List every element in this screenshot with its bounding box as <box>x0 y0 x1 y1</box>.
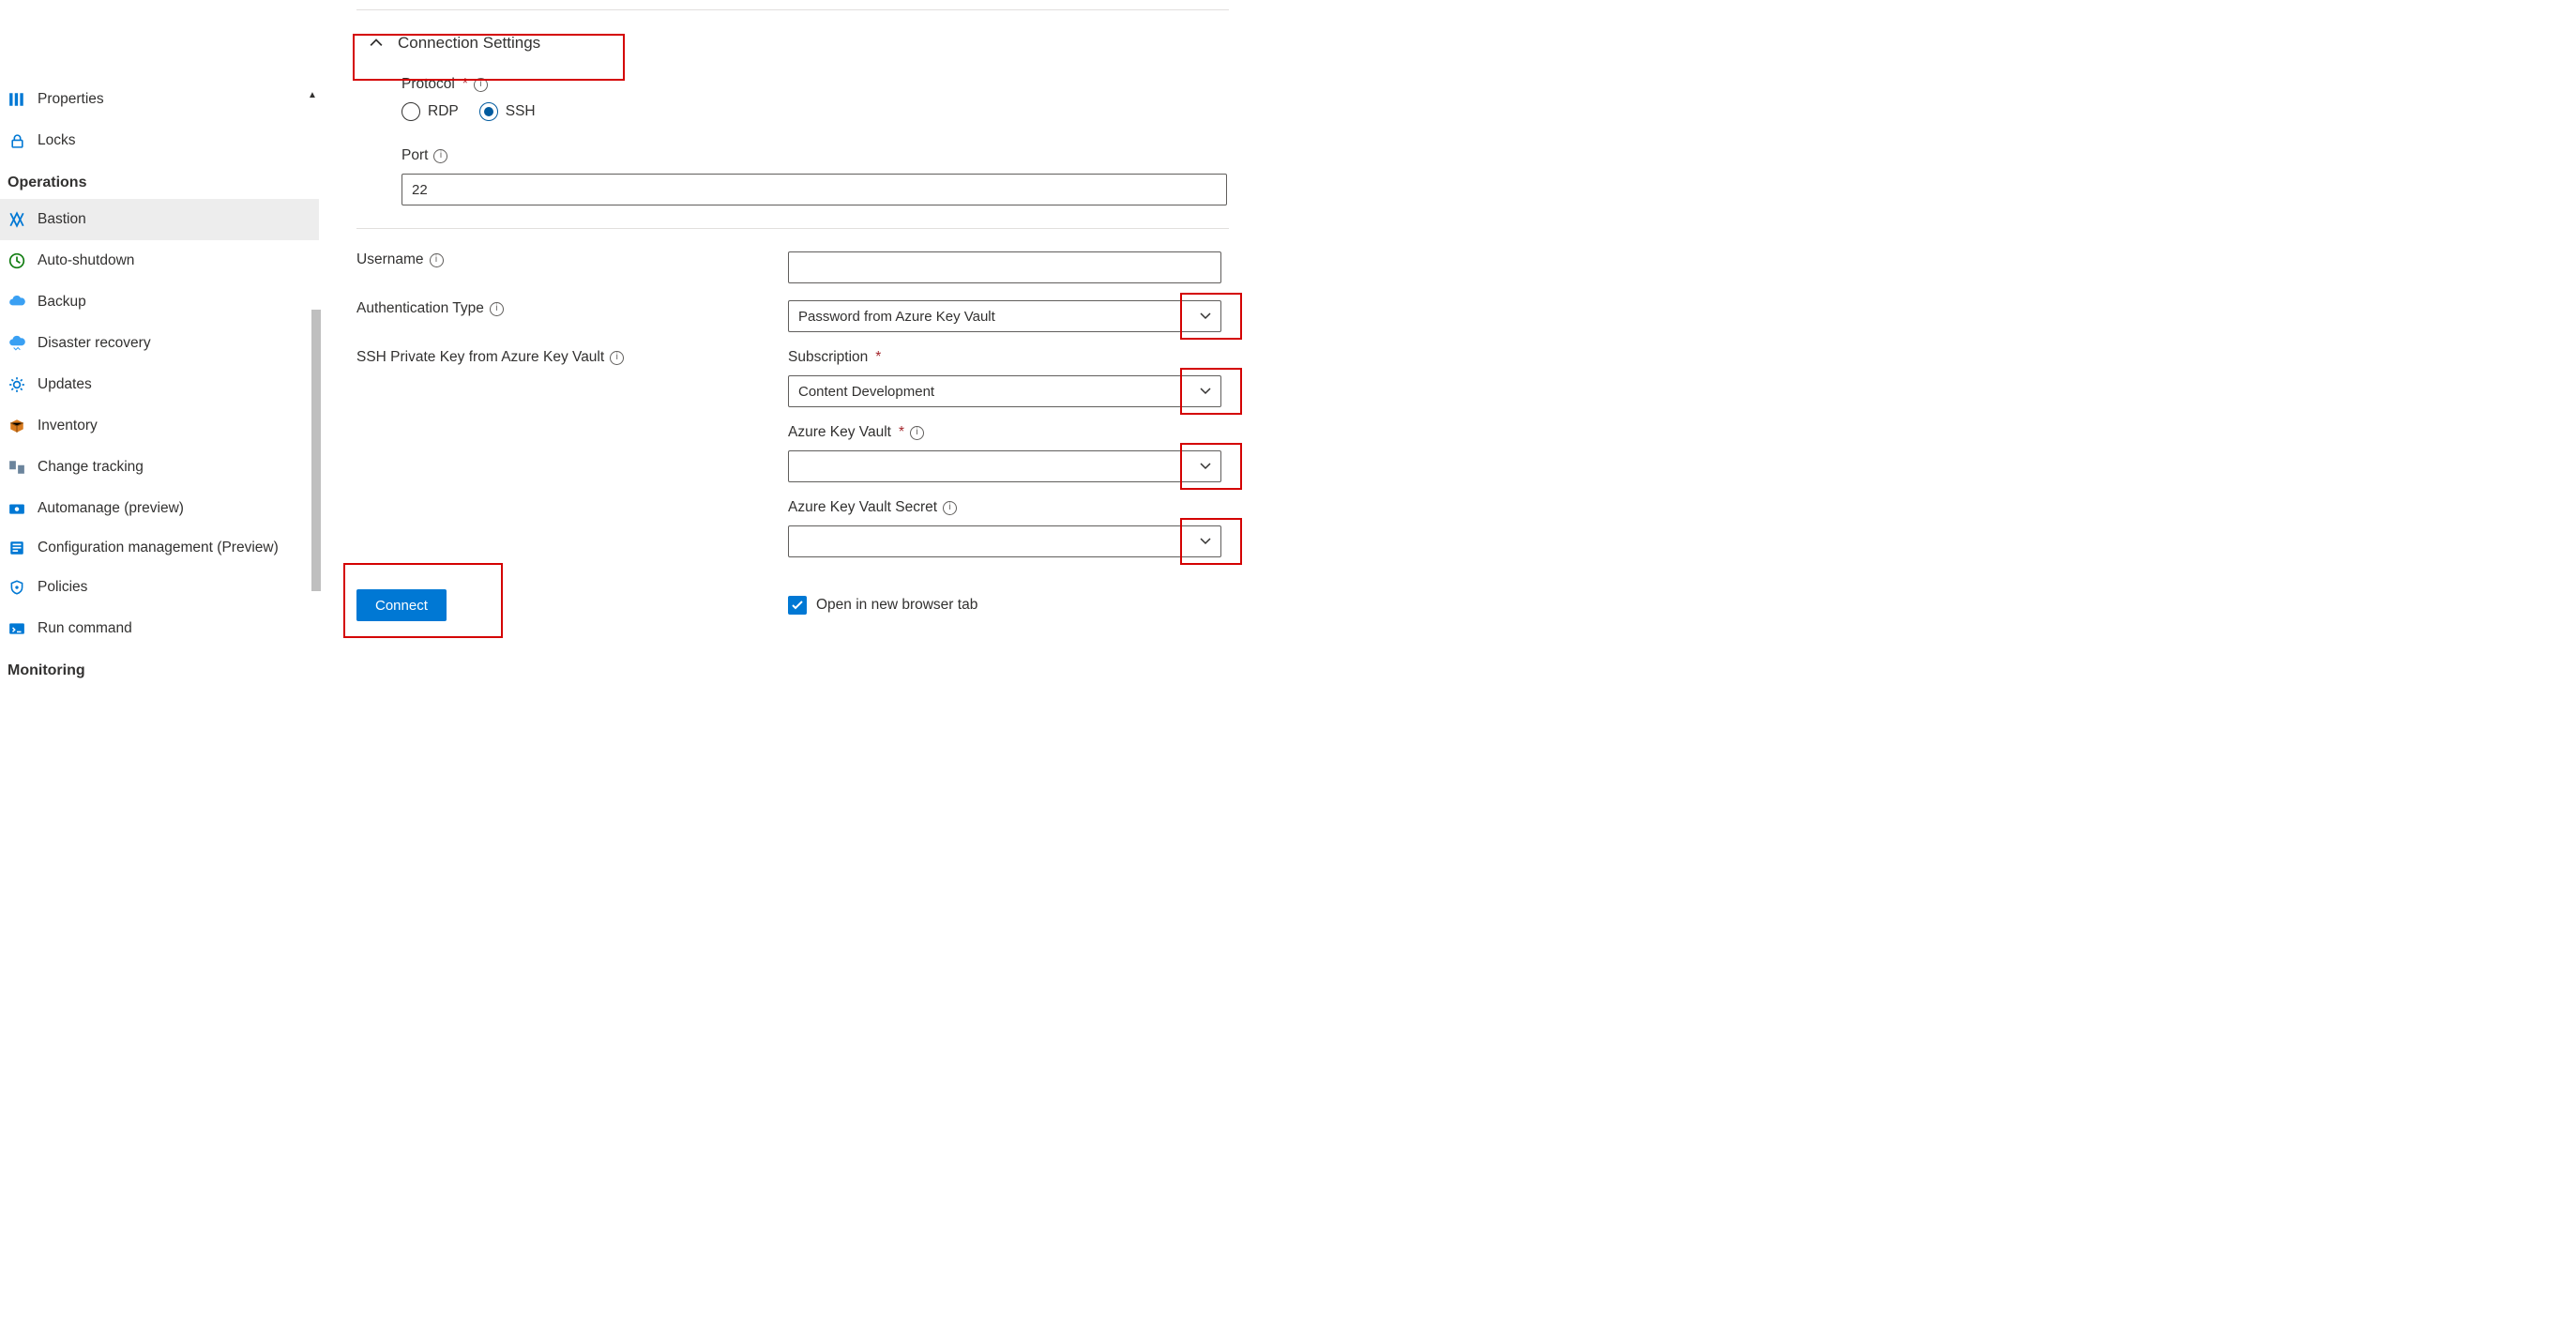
kv-subscription-row: SSH Private Key from Azure Key Vault i S… <box>356 349 1407 557</box>
info-icon[interactable]: i <box>610 351 624 365</box>
main-panel: Connection Settings Protocol * i RDP SSH <box>319 0 1407 687</box>
akv-secret-label: Azure Key Vault Secret <box>788 499 937 516</box>
required-asterisk: * <box>462 76 468 93</box>
sidebar-item-label: Automanage (preview) <box>38 500 184 517</box>
sidebar-item-policies[interactable]: Policies <box>0 567 319 608</box>
sidebar-item-label: Locks <box>38 132 76 149</box>
sidebar-item-label: Bastion <box>38 211 86 228</box>
chevron-down-icon <box>1200 311 1211 322</box>
sidebar-item-run-command[interactable]: Run command <box>0 608 319 649</box>
sidebar-section-operations: Operations <box>0 161 319 199</box>
sidebar-item-label: Backup <box>38 294 86 311</box>
sidebar-item-label: Run command <box>38 620 132 637</box>
bastion-icon <box>8 210 26 229</box>
sidebar-item-bastion[interactable]: Bastion <box>0 199 319 240</box>
info-icon[interactable]: i <box>490 302 504 316</box>
protocol-label: Protocol <box>402 76 455 93</box>
connect-button[interactable]: Connect <box>356 589 447 621</box>
username-label: Username <box>356 251 424 268</box>
checkbox-label: Open in new browser tab <box>816 597 977 614</box>
section-divider <box>356 228 1229 229</box>
chevron-down-icon <box>1200 386 1211 397</box>
sidebar-item-label: Disaster recovery <box>38 335 151 352</box>
subscription-label: Subscription <box>788 349 868 366</box>
bottom-row: Connect Open in new browser tab <box>356 589 1407 621</box>
sidebar-item-auto-shutdown[interactable]: Auto-shutdown <box>0 240 319 281</box>
protocol-radio-group: RDP SSH <box>402 102 1407 121</box>
expander-title: Connection Settings <box>398 34 540 53</box>
sidebar-item-backup[interactable]: Backup <box>0 281 319 323</box>
required-asterisk: * <box>875 349 881 366</box>
clock-icon <box>8 251 26 270</box>
akv-label: Azure Key Vault <box>788 424 891 441</box>
port-label: Port <box>402 147 428 164</box>
port-value: 22 <box>412 182 428 198</box>
automanage-icon <box>8 499 26 518</box>
config-icon <box>8 539 26 557</box>
open-new-tab-checkbox[interactable]: Open in new browser tab <box>788 596 977 615</box>
cloud-sync-icon <box>8 334 26 353</box>
sidebar-item-label: Change tracking <box>38 459 144 476</box>
gear-icon <box>8 375 26 394</box>
auth-type-row: Authentication Type i Password from Azur… <box>356 300 1407 332</box>
cloud-backup-icon <box>8 293 26 312</box>
top-divider <box>356 9 1229 10</box>
change-icon <box>8 458 26 477</box>
lock-icon <box>8 131 26 150</box>
connection-settings-expander[interactable]: Connection Settings <box>323 18 1407 68</box>
username-input[interactable] <box>788 251 1221 283</box>
subscription-select[interactable]: Content Development <box>788 375 1221 407</box>
radio-unchecked-icon <box>402 102 420 121</box>
kv-group-label: SSH Private Key from Azure Key Vault <box>356 349 604 366</box>
sidebar-item-label: Policies <box>38 579 87 596</box>
scroll-up-arrow-icon[interactable]: ▲ <box>306 88 319 101</box>
sidebar-item-label: Auto-shutdown <box>38 252 134 269</box>
sidebar-item-disaster-recovery[interactable]: Disaster recovery <box>0 323 319 364</box>
policy-icon <box>8 578 26 597</box>
azure-key-vault-secret-select[interactable] <box>788 525 1221 557</box>
properties-icon <box>8 90 26 109</box>
port-input[interactable]: 22 <box>402 174 1227 205</box>
sidebar-item-label: Configuration management (Preview) <box>38 539 279 557</box>
info-icon[interactable]: i <box>474 78 488 92</box>
box-icon <box>8 417 26 435</box>
sidebar-item-locks[interactable]: Locks <box>0 120 319 161</box>
select-value: Password from Azure Key Vault <box>798 309 995 325</box>
info-icon[interactable]: i <box>943 501 957 515</box>
sidebar-item-properties[interactable]: Properties <box>0 79 319 120</box>
sidebar-item-label: Updates <box>38 376 92 393</box>
chevron-down-icon <box>1200 461 1211 472</box>
terminal-icon <box>8 619 26 638</box>
protocol-rdp-radio[interactable]: RDP <box>402 102 459 121</box>
protocol-ssh-radio[interactable]: SSH <box>479 102 536 121</box>
auth-type-select[interactable]: Password from Azure Key Vault <box>788 300 1221 332</box>
chevron-up-icon <box>370 37 383 50</box>
radio-label-text: RDP <box>428 103 459 120</box>
info-icon[interactable]: i <box>430 253 444 267</box>
azure-key-vault-select[interactable] <box>788 450 1221 482</box>
select-value: Content Development <box>798 384 934 400</box>
sidebar-item-label: Properties <box>38 91 104 108</box>
sidebar-item-updates[interactable]: Updates <box>0 364 319 405</box>
sidebar-item-config-management[interactable]: Configuration management (Preview) <box>0 529 319 567</box>
sidebar-item-inventory[interactable]: Inventory <box>0 405 319 447</box>
info-icon[interactable]: i <box>910 426 924 440</box>
info-icon[interactable]: i <box>433 149 447 163</box>
auth-type-label: Authentication Type <box>356 300 484 317</box>
sidebar-item-automanage[interactable]: Automanage (preview) <box>0 488 319 529</box>
required-asterisk: * <box>899 424 904 441</box>
checkbox-checked-icon <box>788 596 807 615</box>
radio-label-text: SSH <box>506 103 536 120</box>
sidebar-item-change-tracking[interactable]: Change tracking <box>0 447 319 488</box>
chevron-down-icon <box>1200 536 1211 547</box>
radio-checked-icon <box>479 102 498 121</box>
sidebar-item-label: Inventory <box>38 418 98 434</box>
sidebar: ▲ Properties Locks Operations Bastion <box>0 0 319 687</box>
sidebar-section-monitoring: Monitoring <box>0 649 319 687</box>
username-row: Username i <box>356 251 1407 283</box>
